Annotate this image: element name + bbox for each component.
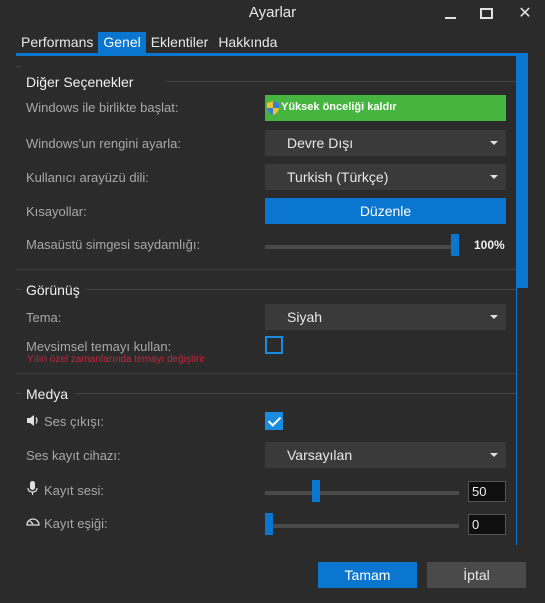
group-media: Medya Ses çıkışı: Ses kayıt cihazı: Vars… (16, 378, 516, 545)
record-volume-label: Kayıt sesi: (44, 483, 104, 498)
group-divider (16, 393, 21, 394)
shortcuts-label: Kısayollar: (26, 204, 87, 219)
group-divider (16, 289, 21, 290)
theme-select[interactable]: Siyah (265, 304, 506, 330)
speaker-icon (26, 414, 39, 430)
group-divider (76, 393, 516, 394)
chevron-down-icon (490, 141, 498, 145)
record-device-value: Varsayılan (287, 447, 353, 463)
seasonal-theme-checkbox[interactable] (265, 336, 283, 354)
sound-output-checkbox[interactable] (265, 412, 283, 430)
theme-label: Tema: (26, 310, 62, 325)
chevron-down-icon (490, 315, 498, 319)
vertical-scrollbar-thumb[interactable] (517, 56, 528, 288)
win-color-select[interactable]: Devre Dışı (265, 130, 506, 156)
desktop-opacity-slider[interactable] (265, 245, 459, 249)
win-color-label: Windows'un rengini ayarla: (26, 136, 181, 151)
ui-lang-value: Turkish (Türkçe) (287, 169, 389, 185)
win-color-value: Devre Dışı (287, 135, 354, 151)
group-other-options: Diğer Seçenekler Windows ile birlikte ba… (16, 56, 516, 270)
minimize-button[interactable] (430, 0, 470, 26)
sound-output-label: Ses çıkışı: (44, 414, 104, 429)
theme-value: Siyah (287, 309, 323, 325)
group-title: Medya (26, 386, 69, 402)
maximize-button[interactable] (466, 0, 506, 26)
desktop-opacity-thumb[interactable] (451, 234, 459, 256)
record-threshold-label: Kayıt eşiği: (44, 516, 108, 531)
record-threshold-slider[interactable] (265, 524, 459, 528)
minimize-icon (444, 16, 456, 19)
chevron-down-icon (490, 453, 498, 457)
edit-shortcuts-button[interactable]: Düzenle (265, 198, 506, 224)
seasonal-theme-label: Mevsimsel temayı kullan: (26, 339, 172, 354)
close-icon: ✕ (518, 5, 532, 22)
remove-priority-button[interactable]: Yüksek önceliği kaldır (265, 95, 506, 121)
tab-genel[interactable]: Genel (98, 32, 146, 53)
tab-eklentiler[interactable]: Eklentiler (146, 32, 214, 53)
desktop-opacity-value: 100% (474, 238, 505, 252)
ui-lang-select[interactable]: Turkish (Türkçe) (265, 164, 506, 190)
record-device-label: Ses kayıt cihazı: (26, 448, 121, 463)
chevron-down-icon (490, 175, 498, 179)
close-button[interactable]: ✕ (505, 0, 545, 26)
record-volume-input[interactable]: 50 (468, 481, 506, 502)
group-divider (166, 81, 516, 82)
group-divider (86, 289, 516, 290)
record-volume-thumb[interactable] (311, 480, 320, 502)
title-bar: Ayarlar ✕ (0, 0, 545, 28)
record-volume-slider[interactable] (265, 491, 459, 495)
remove-priority-label: Yüksek önceliği kaldır (281, 101, 397, 113)
group-appearance: Görünüş Tema: Siyah Mevsimsel temayı kul… (16, 274, 516, 374)
record-device-select[interactable]: Varsayılan (265, 442, 506, 468)
record-threshold-input[interactable]: 0 (468, 514, 506, 535)
cancel-button[interactable]: İptal (427, 562, 526, 588)
ok-button[interactable]: Tamam (318, 562, 417, 588)
group-title: Diğer Seçenekler (26, 74, 134, 90)
maximize-icon (479, 7, 493, 19)
microphone-icon (27, 481, 38, 499)
shield-icon (267, 101, 279, 115)
startup-label: Windows ile birlikte başlat: (26, 100, 179, 115)
seasonal-theme-note: Yılın özel zamanlarında temayı değiştiri… (27, 354, 205, 365)
record-threshold-thumb[interactable] (265, 513, 273, 535)
tab-bar: Performans Genel Eklentiler Hakkında (16, 32, 282, 53)
gauge-icon (26, 515, 40, 530)
desktop-opacity-label: Masaüstü simgesi saydamlığı: (26, 237, 201, 252)
ui-lang-label: Kullanıcı arayüzü dili: (26, 170, 149, 185)
settings-panel: Diğer Seçenekler Windows ile birlikte ba… (16, 56, 516, 545)
group-title: Görünüş (26, 282, 80, 298)
group-divider (16, 66, 21, 67)
tab-performans[interactable]: Performans (16, 32, 98, 53)
tab-hakkinda[interactable]: Hakkında (213, 32, 282, 53)
